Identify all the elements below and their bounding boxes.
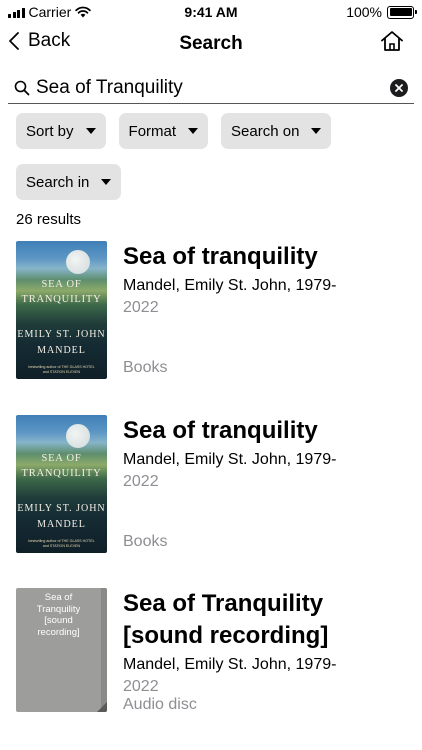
cover-author-line: MANDEL [37,345,86,356]
filter-label: Format [128,122,177,140]
cover-title-line: TRANQUILITY [21,294,102,305]
cover-author-line: MANDEL [37,519,86,530]
cover-tagline: and STATION ELEVEN [42,370,81,374]
cover-edge [101,588,107,712]
caret-down-icon [311,128,322,134]
result-year: 2022 [123,299,159,316]
moon-graphic [66,250,90,274]
cover-text: Sea of Tranquility [sound recording] [20,592,97,638]
filter-bar: Sort by Format Search on Search in [16,113,416,200]
result-info: Sea of tranquility Mandel, Emily St. Joh… [123,415,416,493]
home-button[interactable] [380,30,404,57]
result-year: 2022 [123,473,159,490]
book-cover: SEA OF TRANQUILITY EMILY ST. JOHN MANDEL… [16,241,107,379]
page-curl [97,702,107,712]
status-right: 100% [346,4,417,20]
result-author: Mandel, Emily St. John, 1979- [123,656,337,673]
result-format: Books [123,359,168,376]
result-author: Mandel, Emily St. John, 1979- [123,451,337,468]
home-icon [381,31,403,51]
cover-title-line: SEA OF [41,279,82,290]
caret-down-icon [85,128,96,134]
result-info: Sea of Tranquility [sound recording] Man… [123,588,416,698]
book-cover: SEA OF TRANQUILITY EMILY ST. JOHN MANDEL… [16,415,107,553]
cover-title-line: SEA OF [41,453,82,464]
moon-graphic [66,424,90,448]
result-info: Sea of tranquility Mandel, Emily St. Joh… [123,241,416,319]
caret-down-icon [188,128,199,134]
search-icon [14,80,30,96]
search-on-filter[interactable]: Search on [221,113,332,149]
search-in-filter[interactable]: Search in [16,164,122,200]
results-count: 26 results [16,211,82,228]
result-title: Sea of tranquility [123,417,318,444]
result-item[interactable]: Sea of Tranquility [sound recording] Sea… [16,588,416,714]
cover-title-line: TRANQUILITY [21,468,102,479]
result-format: Audio disc [123,696,197,713]
page-title: Search [179,33,243,54]
result-title: Sea of Tranquility [123,590,324,617]
result-year: 2022 [123,678,159,695]
result-format: Books [123,533,168,550]
filter-label: Search in [26,173,90,191]
filter-label: Search on [231,122,300,140]
audio-cover: Sea of Tranquility [sound recording] [16,588,107,712]
cover-text-line: recording] [37,626,80,638]
battery-fill [389,8,412,16]
status-bar: Carrier 9:41 AM 100% [0,0,422,24]
clear-search-button[interactable] [390,78,408,97]
search-input[interactable] [36,76,390,99]
cover-text-line: Tranquility [36,603,81,615]
cover-text-line: Sea of [44,592,73,603]
cover-tagline: and STATION ELEVEN [42,544,81,548]
result-title-continued: [sound recording] [123,622,329,649]
nav-bar: Back Search [0,24,422,64]
result-author: Mandel, Emily St. John, 1979- [123,277,337,294]
format-filter[interactable]: Format [118,113,209,149]
cover-text-line: [sound [44,615,73,626]
search-bar [8,72,414,104]
result-item[interactable]: SEA OF TRANQUILITY EMILY ST. JOHN MANDEL… [16,241,416,381]
battery-percent: 100% [346,4,382,20]
battery-icon [387,5,417,19]
close-icon [395,83,403,92]
caret-down-icon [101,179,112,185]
result-title: Sea of tranquility [123,243,318,270]
result-item[interactable]: SEA OF TRANQUILITY EMILY ST. JOHN MANDEL… [16,415,416,555]
sort-by-filter[interactable]: Sort by [16,113,106,149]
filter-label: Sort by [26,122,74,140]
